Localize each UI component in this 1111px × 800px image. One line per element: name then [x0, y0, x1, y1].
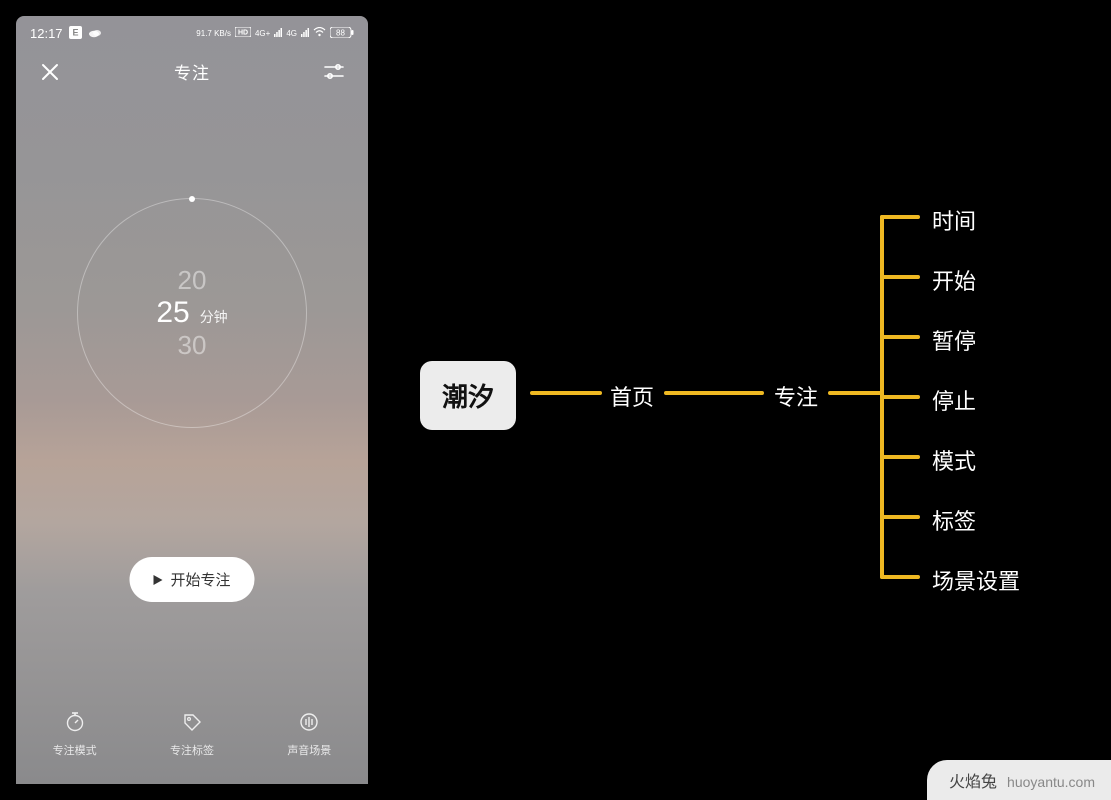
- mindmap-leaf: 标签: [932, 504, 976, 536]
- status-sim2-icon: [301, 27, 309, 40]
- mindmap-leaf: 模式: [932, 444, 976, 476]
- mindmap-leaf: 停止: [932, 384, 976, 416]
- mindmap-leaf: 场景设置: [932, 564, 1020, 596]
- mindmap-root: 潮汐: [420, 361, 516, 430]
- play-icon: [153, 575, 162, 585]
- watermark: 火焰兔 huoyantu.com: [927, 760, 1111, 800]
- tab-label: 专注模式: [53, 742, 97, 758]
- phone-screenshot: 12:17 E 91.7 KB/s HD 4G+ 4G: [16, 16, 368, 784]
- status-battery-icon: 88: [330, 27, 354, 41]
- app-title: 专注: [174, 59, 210, 84]
- status-app-icon: E: [69, 26, 82, 41]
- status-signal-2: 4G: [286, 29, 297, 38]
- svg-text:E: E: [72, 28, 78, 38]
- tab-focus-mode[interactable]: 专注模式: [53, 711, 97, 758]
- connector: [880, 335, 920, 339]
- tab-focus-tag[interactable]: 专注标签: [170, 711, 214, 758]
- connector: [880, 215, 920, 219]
- status-sim1-icon: [274, 27, 282, 40]
- tab-sound-scene[interactable]: 声音场景: [287, 711, 331, 758]
- dial-current-value: 25: [156, 296, 189, 330]
- start-focus-button[interactable]: 开始专注: [129, 557, 254, 602]
- status-signal-1: 4G+: [255, 29, 270, 38]
- connector: [828, 391, 882, 395]
- connector: [880, 575, 920, 579]
- mindmap-leaf: 暂停: [932, 324, 976, 356]
- connector: [880, 275, 920, 279]
- dial-unit: 分钟: [200, 307, 228, 327]
- mindmap-node-focus: 专注: [774, 380, 818, 412]
- tab-label: 专注标签: [170, 742, 214, 758]
- bottom-tab-bar: 专注模式 专注标签 声音场景: [16, 711, 368, 758]
- connector: [880, 515, 920, 519]
- settings-sliders-icon[interactable]: [324, 63, 344, 81]
- mindmap-node-home: 首页: [610, 380, 654, 412]
- start-button-label: 开始专注: [170, 569, 230, 590]
- status-wifi-icon: [313, 27, 326, 40]
- stopwatch-icon: [64, 711, 86, 736]
- mindmap-leaf: 时间: [932, 204, 976, 236]
- close-icon[interactable]: [40, 62, 60, 82]
- tab-label: 声音场景: [287, 742, 331, 758]
- status-net-speed: 91.7 KB/s: [196, 30, 231, 38]
- status-bar: 12:17 E 91.7 KB/s HD 4G+ 4G: [16, 16, 368, 45]
- mindmap: 潮汐 首页 专注 时间开始暂停停止模式标签场景设置: [420, 0, 1090, 800]
- dial-prev-value: 20: [77, 265, 307, 296]
- dial-next-value: 30: [77, 330, 307, 361]
- connector: [530, 391, 602, 395]
- svg-text:HD: HD: [238, 30, 248, 37]
- watermark-url: huoyantu.com: [1007, 774, 1095, 790]
- status-cloud-icon: [88, 27, 102, 40]
- watermark-name: 火焰兔: [949, 768, 997, 792]
- mindmap-leaf: 开始: [932, 264, 976, 296]
- svg-text:88: 88: [336, 28, 345, 37]
- app-header: 专注: [16, 45, 368, 98]
- connector: [664, 391, 764, 395]
- connector: [880, 395, 920, 399]
- tag-icon: [181, 711, 203, 736]
- status-hd-icon: HD: [235, 27, 251, 40]
- status-time: 12:17: [30, 26, 63, 41]
- sound-icon: [298, 711, 320, 736]
- connector: [880, 455, 920, 459]
- timer-dial[interactable]: 20 25 分钟 30: [77, 198, 307, 428]
